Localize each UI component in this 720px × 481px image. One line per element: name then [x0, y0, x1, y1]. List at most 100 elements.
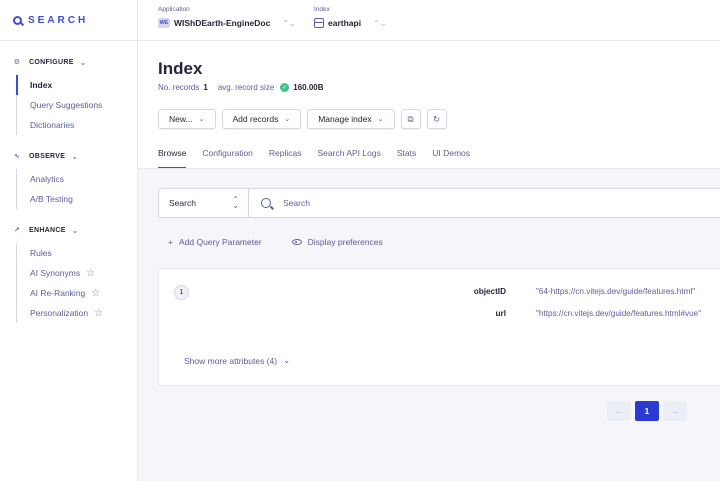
manage-index-button[interactable]: Manage index ⌄	[307, 109, 395, 129]
sidebar-item-label: AI Synonyms	[30, 268, 81, 278]
copy-button[interactable]: ⧉	[400, 109, 421, 129]
pulse-icon: ∿	[13, 153, 21, 160]
record-attribute: objectID "64-https://cn.vitejs.dev/guide…	[159, 287, 696, 296]
star-icon: ☆	[86, 267, 96, 279]
previous-page-button[interactable]: ←	[607, 401, 631, 421]
select-updown-icon: ⌃⌄	[232, 195, 239, 210]
database-icon	[314, 18, 324, 28]
tab-configuration[interactable]: Configuration	[202, 148, 253, 169]
search-bar: Search ⌃ ⌄	[158, 188, 720, 218]
sidebar-item-analytics[interactable]: Analytics	[17, 169, 137, 189]
browse-actions: + Add Query Parameter Display preference…	[168, 237, 383, 247]
select-updown-icon: ⌃⌄	[373, 18, 387, 28]
add-query-parameter-button[interactable]: + Add Query Parameter	[168, 237, 262, 247]
records-value: 1	[203, 83, 208, 92]
trend-up-icon: ↗	[13, 227, 21, 234]
index-name: earthapi	[328, 18, 362, 28]
tab-browse[interactable]: Browse	[158, 148, 187, 169]
tab-stats[interactable]: Stats	[397, 148, 416, 169]
search-mode-value: Search	[169, 198, 196, 208]
index-label: Index	[314, 6, 330, 13]
section-configure: ⚙ CONFIGURE ⌄ Index Query Suggestions Di…	[0, 55, 137, 135]
section-observe-header[interactable]: ∿ OBSERVE ⌄	[0, 149, 137, 163]
star-icon: ☆	[91, 287, 101, 299]
tab-search-api-logs[interactable]: Search API Logs	[318, 148, 381, 169]
new-button-label: New...	[169, 114, 193, 124]
search-logo-icon	[13, 15, 22, 25]
section-enhance-header[interactable]: ↗ ENHANCE ⌄	[0, 223, 137, 237]
section-title: CONFIGURE	[29, 58, 74, 66]
attribute-value: "64-https://cn.vitejs.dev/guide/features…	[536, 287, 696, 296]
topbar: Application WE WIShDEarth-EngineDoc ⌃⌄ I…	[138, 0, 720, 41]
main-content: Index No. records 1 avg. record size ✓ 1…	[138, 41, 720, 481]
chevron-down-icon: ⌄	[377, 116, 384, 123]
application-selector[interactable]: Application WE WIShDEarth-EngineDoc ⌃⌄	[158, 6, 296, 28]
attribute-key: url	[495, 309, 506, 318]
search-input[interactable]	[283, 198, 683, 208]
application-name: WIShDEarth-EngineDoc	[174, 18, 271, 28]
section-title: ENHANCE	[29, 226, 66, 234]
add-records-button[interactable]: Add records ⌄	[221, 109, 302, 129]
chevron-down-icon: ⌄	[198, 116, 205, 123]
show-more-label: Show more attributes (4)	[184, 355, 278, 366]
add-records-label: Add records	[232, 114, 279, 124]
index-header: Index No. records 1 avg. record size ✓ 1…	[138, 41, 720, 169]
sidebar: SEARCH ⚙ CONFIGURE ⌄ Index Query Suggest…	[0, 0, 138, 481]
refresh-icon: ↻	[432, 113, 441, 124]
index-meta: No. records 1 avg. record size ✓ 160.00B	[158, 83, 324, 92]
page-title: Index	[158, 59, 203, 78]
section-enhance: ↗ ENHANCE ⌄ Rules AI Synonyms ☆ AI Re-Ra…	[0, 223, 137, 323]
display-preferences-label: Display preferences	[307, 237, 383, 247]
sidebar-item-index[interactable]: Index	[16, 75, 137, 95]
sidebar-item-label: Personalization	[30, 308, 89, 318]
eye-icon	[291, 239, 302, 245]
sidebar-item-query-suggestions[interactable]: Query Suggestions	[17, 95, 137, 115]
star-icon: ☆	[94, 307, 104, 319]
sidebar-item-ai-synonyms[interactable]: AI Synonyms ☆	[17, 263, 137, 283]
manage-index-label: Manage index	[318, 114, 372, 124]
sidebar-item-ai-reranking[interactable]: AI Re-Ranking ☆	[17, 283, 137, 303]
application-label: Application	[158, 6, 190, 13]
size-label: avg. record size	[217, 83, 275, 92]
divider	[138, 168, 720, 169]
brand[interactable]: SEARCH	[0, 0, 137, 41]
size-value: 160.00B	[293, 83, 324, 92]
chevron-down-icon: ⌄	[283, 355, 291, 365]
section-configure-header[interactable]: ⚙ CONFIGURE ⌄	[0, 55, 137, 69]
pagination: ← 1 →	[607, 401, 687, 421]
new-button[interactable]: New... ⌄	[158, 109, 216, 129]
chevron-down-icon: ⌄	[284, 116, 291, 123]
show-more-attributes-button[interactable]: Show more attributes (4) ⌄	[184, 355, 290, 366]
record-attribute: url "https://cn.vitejs.dev/guide/feature…	[159, 309, 702, 318]
chevron-down-icon: ⌄	[71, 151, 79, 161]
tab-ui-demos[interactable]: UI Demos	[432, 148, 470, 169]
tab-replicas[interactable]: Replicas	[269, 148, 302, 169]
gear-icon: ⚙	[13, 59, 21, 66]
attribute-key: objectID	[473, 287, 506, 296]
records-label: No. records	[158, 83, 200, 92]
sidebar-item-rules[interactable]: Rules	[17, 243, 137, 263]
index-selector[interactable]: Index earthapi ⌃⌄	[314, 6, 386, 28]
sidebar-item-personalization[interactable]: Personalization ☆	[17, 303, 137, 323]
select-updown-icon: ⌃⌄	[282, 18, 296, 28]
copy-icon: ⧉	[407, 113, 414, 124]
display-preferences-button[interactable]: Display preferences	[291, 237, 383, 247]
page-1-button[interactable]: 1	[635, 401, 659, 421]
chevron-down-icon: ⌄	[71, 225, 79, 235]
application-badge: WE	[158, 18, 170, 28]
search-icon	[261, 198, 271, 208]
sidebar-item-dictionaries[interactable]: Dictionaries	[17, 115, 137, 135]
add-query-parameter-label: Add Query Parameter	[178, 237, 262, 247]
section-title: OBSERVE	[29, 152, 66, 160]
sidebar-item-ab-testing[interactable]: A/B Testing	[17, 189, 137, 209]
toolbar: New... ⌄ Add records ⌄ Manage index ⌄ ⧉ …	[158, 109, 447, 129]
attribute-value: "https://cn.vitejs.dev/guide/features.ht…	[536, 309, 702, 318]
check-icon: ✓	[280, 83, 290, 92]
sidebar-item-label: AI Re-Ranking	[30, 288, 86, 298]
search-mode-select[interactable]: Search ⌃ ⌄	[159, 189, 249, 217]
brand-name: SEARCH	[28, 14, 89, 26]
section-observe: ∿ OBSERVE ⌄ Analytics A/B Testing	[0, 149, 137, 209]
record-card: 1 objectID "64-https://cn.vitejs.dev/gui…	[158, 268, 720, 386]
refresh-button[interactable]: ↻	[426, 109, 447, 129]
next-page-button[interactable]: →	[663, 401, 687, 421]
